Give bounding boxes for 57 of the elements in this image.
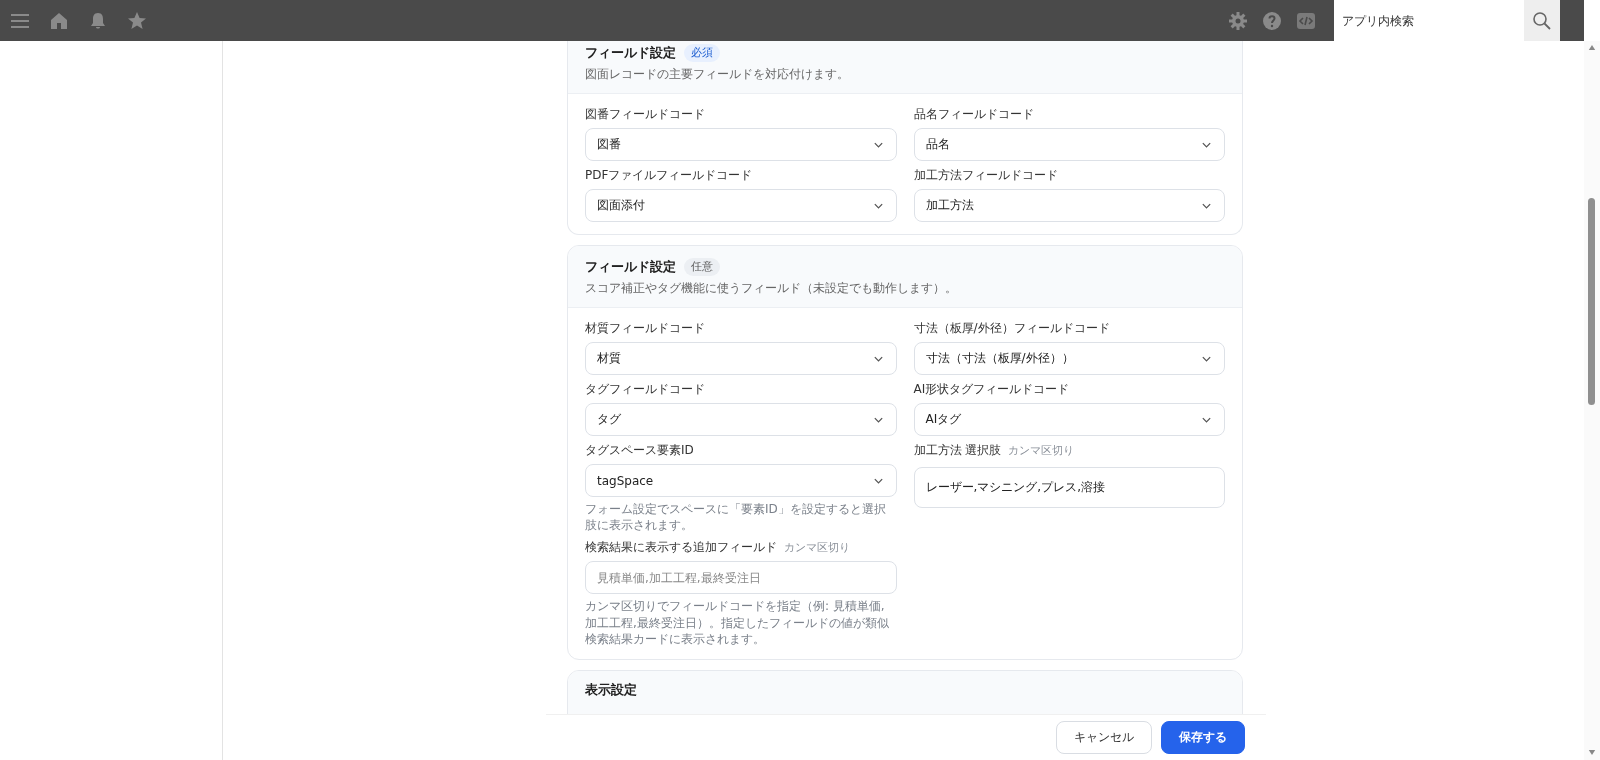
field-label: 加工方法フィールドコード bbox=[913, 167, 1058, 184]
home-icon[interactable] bbox=[49, 10, 69, 31]
chevron-down-icon bbox=[1201, 201, 1212, 210]
dropdown[interactable]: 図面添付 bbox=[585, 189, 897, 222]
field-hint: カンマ区切り bbox=[1008, 444, 1075, 458]
dropdown[interactable]: 品名 bbox=[913, 128, 1225, 161]
field-label: 寸法（板厚/外径）フィールドコード bbox=[913, 320, 1110, 337]
field-label: 検索結果に表示する追加フィールド bbox=[585, 539, 777, 557]
dropdown[interactable]: tagSpace bbox=[585, 464, 897, 497]
dropdown[interactable]: タグ bbox=[585, 403, 897, 436]
required-badge: 必須 bbox=[684, 44, 720, 62]
scrollbar-thumb[interactable] bbox=[1588, 198, 1595, 405]
section-description: 図面レコードの主要フィールドを対応付けます。 bbox=[585, 66, 850, 83]
scrollbar[interactable] bbox=[1584, 41, 1600, 760]
chevron-down-icon bbox=[872, 354, 884, 363]
star-icon[interactable] bbox=[127, 10, 147, 31]
code-icon[interactable] bbox=[1296, 10, 1316, 31]
settings-icon[interactable] bbox=[1228, 10, 1248, 31]
dropdown[interactable]: 図番 bbox=[585, 128, 897, 161]
text-field[interactable]: レーザー,マシニング,プレス,溶接 bbox=[913, 467, 1225, 508]
dropdown[interactable]: 材質 bbox=[585, 342, 897, 375]
search-field[interactable]: アプリ内検索 bbox=[1334, 0, 1524, 41]
help-text: フォーム設定でスペースに「要素ID」を設定すると選択肢に表示されます。 bbox=[585, 501, 887, 534]
text-field[interactable]: 見積単価,加工工程,最終受注日 bbox=[585, 561, 897, 595]
save-button[interactable]: 保存する bbox=[1161, 721, 1245, 754]
dropdown[interactable]: 寸法（寸法（板厚/外径）） bbox=[913, 342, 1225, 375]
field-label: PDFファイルフィールドコード bbox=[585, 167, 753, 184]
field-label: 品名フィールドコード bbox=[913, 106, 1034, 123]
chevron-down-icon bbox=[872, 476, 884, 485]
section-title: フィールド設定 bbox=[585, 44, 676, 62]
optional-badge: 任意 bbox=[684, 258, 720, 276]
dropdown[interactable]: 加工方法 bbox=[913, 189, 1225, 222]
search-button[interactable] bbox=[1524, 0, 1560, 41]
chevron-down-icon bbox=[1201, 354, 1212, 363]
scroll-down-icon[interactable] bbox=[1588, 749, 1596, 756]
field-hint: カンマ区切り bbox=[784, 541, 850, 556]
cancel-button[interactable]: キャンセル bbox=[1056, 721, 1152, 754]
scroll-up-icon[interactable] bbox=[1588, 44, 1596, 51]
field-label: タグスペース要素ID bbox=[585, 442, 694, 459]
field-label: AI形状タグフィールドコード bbox=[913, 381, 1070, 398]
section-title: フィールド設定 bbox=[585, 258, 676, 276]
field-label: 加工方法 選択肢 bbox=[913, 442, 1002, 459]
bell-icon[interactable] bbox=[88, 10, 108, 31]
help-icon[interactable] bbox=[1262, 10, 1282, 31]
chevron-down-icon bbox=[872, 201, 884, 210]
chevron-down-icon bbox=[1201, 140, 1212, 149]
field-label: 材質フィールドコード bbox=[585, 320, 705, 337]
section-title: 表示設定 bbox=[585, 680, 637, 699]
dropdown[interactable]: AIタグ bbox=[913, 403, 1225, 436]
chevron-down-icon bbox=[1201, 415, 1212, 424]
chevron-down-icon bbox=[872, 415, 884, 424]
field-label: タグフィールドコード bbox=[585, 381, 705, 398]
field-label: 図番フィールドコード bbox=[585, 106, 705, 123]
help-text: カンマ区切りでフィールドコードを指定（例: 見積単価,加工工程,最終受注日）。指定したフィールドの値が類似検索結果カードに表示されます。 bbox=[585, 598, 890, 647]
search-icon bbox=[1532, 10, 1552, 31]
chevron-down-icon bbox=[872, 140, 884, 149]
section-description: スコア補正やタグ機能に使うフィールド（未設定でも動作します）。 bbox=[585, 280, 958, 297]
